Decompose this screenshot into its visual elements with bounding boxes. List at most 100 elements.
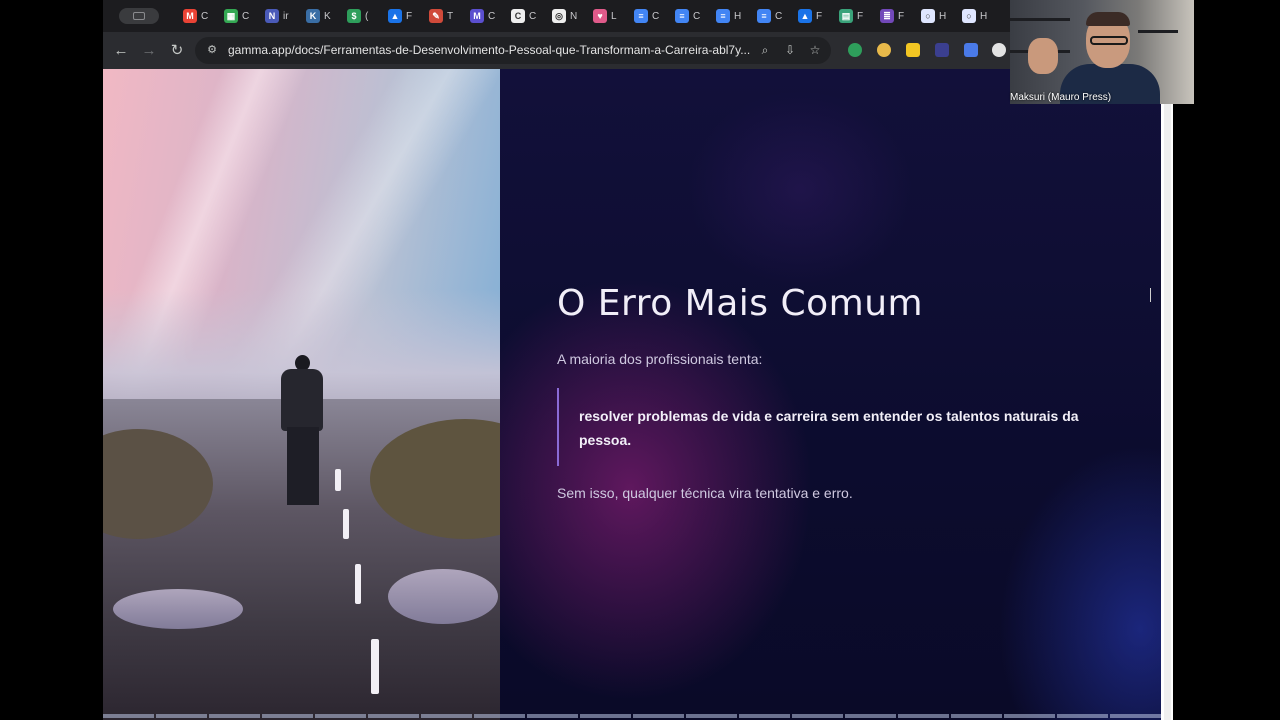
browser-window: M C ▦ C Nir K K $(▲ F ✎ T M C C C ◎ N ♥ L ≡ C ≡ C ≡ H ≡ C ▲ F ▤ F ≣ F ○ H ○…: [103, 0, 1173, 720]
tab-title: F: [816, 10, 823, 22]
globe-icon: ○: [962, 9, 976, 23]
shelf: [1138, 30, 1178, 33]
road-dash: [371, 639, 379, 694]
site-settings-icon[interactable]: ⚙: [205, 43, 219, 57]
participant-name: Maksuri (Mauro Press): [1010, 92, 1112, 103]
browser-tab[interactable]: ≡ C: [675, 7, 700, 25]
slide-outro: Sem isso, qualquer técnica vira tentativ…: [557, 485, 853, 501]
browser-tab[interactable]: ◎ N: [552, 7, 577, 25]
quote-block: resolver problemas de vida e carreira se…: [557, 388, 1099, 466]
bookmark-star-icon[interactable]: ☆: [807, 42, 823, 58]
browser-tab[interactable]: ▲ F: [798, 7, 822, 25]
person-body: [281, 369, 323, 431]
browser-tab[interactable]: ▲ F: [388, 7, 412, 25]
m-icon: M: [470, 9, 484, 23]
crossroads-photo: [103, 69, 500, 720]
docs-icon: ≡: [716, 9, 730, 23]
drive-icon: ▲: [798, 9, 812, 23]
drive-icon: ▲: [388, 9, 402, 23]
tab-title: ir: [283, 10, 289, 22]
tab-title: C: [775, 10, 783, 22]
sheets-icon: ▦: [224, 9, 238, 23]
tab-title: F: [898, 10, 905, 22]
tag-extension-icon[interactable]: [964, 43, 978, 57]
slide-progress-bar[interactable]: [103, 714, 1161, 718]
browser-tab[interactable]: MC: [470, 7, 495, 25]
n8n-extension-icon[interactable]: [935, 43, 949, 57]
tab-title: C: [652, 10, 660, 22]
browser-tab[interactable]: MC: [183, 7, 208, 25]
browser-tab[interactable]: ✎ T: [429, 7, 453, 25]
road-dash: [343, 509, 349, 539]
browser-tab[interactable]: Nir: [265, 7, 289, 25]
tab-title: C: [201, 10, 209, 22]
tab-group-icon[interactable]: [119, 8, 159, 24]
puddle-left: [113, 589, 243, 629]
zoom-icon[interactable]: ⌕: [757, 42, 773, 58]
profile-extension-icon[interactable]: [992, 43, 1006, 57]
docs-icon: ≡: [675, 9, 689, 23]
tab-title: C: [693, 10, 701, 22]
browser-tab[interactable]: $(: [347, 7, 368, 25]
docs-icon: ≡: [757, 9, 771, 23]
browser-tab[interactable]: ≡ C: [634, 7, 659, 25]
openai-icon: ◎: [552, 9, 566, 23]
tab-title: F: [857, 10, 864, 22]
road-dash: [335, 469, 341, 491]
forward-icon[interactable]: →: [139, 41, 159, 61]
page-content: O Erro Mais Comum A maioria dos profissi…: [103, 69, 1173, 720]
tab-title: C: [488, 10, 496, 22]
tab-title: T: [447, 10, 454, 22]
slide-intro: A maioria dos profissionais tenta:: [557, 351, 763, 367]
globe-icon: ○: [921, 9, 935, 23]
browser-tab[interactable]: ▦ C: [224, 7, 249, 25]
browser-tab[interactable]: ≡ H: [716, 7, 741, 25]
text-cursor: [1150, 288, 1151, 302]
address-bar[interactable]: ⚙ gamma.app/docs/Ferramentas-de-Desenvol…: [195, 37, 831, 64]
person-legs: [287, 427, 319, 505]
c-icon: C: [511, 9, 525, 23]
tab-title: H: [734, 10, 742, 22]
browser-tab[interactable]: ≣ F: [880, 7, 904, 25]
tab-title: K: [324, 10, 331, 22]
participant-hand: [1028, 38, 1058, 74]
tab-title: H: [980, 10, 988, 22]
road-dash: [355, 564, 361, 604]
browser-tab[interactable]: CC: [511, 7, 536, 25]
participant-glasses: [1090, 36, 1128, 45]
page-scrollbar[interactable]: [1164, 69, 1171, 720]
heart-icon: ♥: [593, 9, 607, 23]
video-call-thumbnail[interactable]: [1010, 0, 1194, 104]
browser-tab[interactable]: ≡ C: [757, 7, 782, 25]
slide-text-panel: O Erro Mais Comum A maioria dos profissi…: [500, 69, 1161, 720]
browser-tab[interactable]: ○ H: [962, 7, 987, 25]
browser-tab[interactable]: ○ H: [921, 7, 946, 25]
evernote-extension-icon[interactable]: [848, 43, 862, 57]
shelf: [1010, 18, 1070, 21]
back-icon[interactable]: ←: [111, 41, 131, 61]
tab-title: C: [242, 10, 250, 22]
tab-title: L: [611, 10, 617, 22]
quote-text: resolver problemas de vida e carreira se…: [579, 408, 1079, 448]
compass-extension-icon[interactable]: [877, 43, 891, 57]
browser-tab[interactable]: KK: [306, 7, 331, 25]
url-text[interactable]: gamma.app/docs/Ferramentas-de-Desenvolvi…: [228, 43, 750, 57]
tab-title: (: [365, 10, 369, 22]
reload-icon[interactable]: ↻: [167, 41, 187, 61]
notes-extension-icon[interactable]: [906, 43, 920, 57]
tab-title: N: [570, 10, 578, 22]
tab-title: F: [406, 10, 413, 22]
puddle-right: [388, 569, 498, 624]
presentation-slide: O Erro Mais Comum A maioria dos profissi…: [103, 69, 1161, 720]
k-icon: K: [306, 9, 320, 23]
tab-title: H: [939, 10, 947, 22]
participant-hair: [1086, 12, 1130, 26]
gmail-icon: M: [183, 9, 197, 23]
docs-icon: ≡: [634, 9, 648, 23]
browser-tab[interactable]: ♥ L: [593, 7, 617, 25]
browser-tab[interactable]: ▤ F: [839, 7, 863, 25]
install-app-icon[interactable]: ⇩: [782, 42, 798, 58]
n8n-icon: N: [265, 9, 279, 23]
slide-title: O Erro Mais Comum: [557, 283, 924, 324]
forms-icon: ≣: [880, 9, 894, 23]
